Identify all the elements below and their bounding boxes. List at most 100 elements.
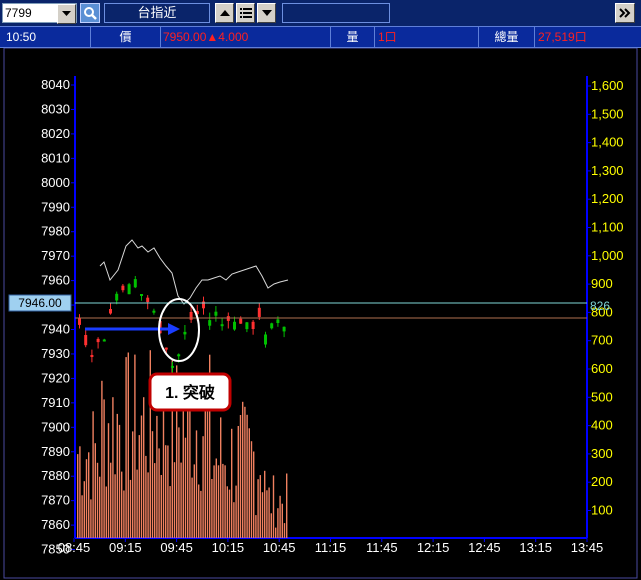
volume-bar xyxy=(279,495,281,538)
volume-bar xyxy=(250,441,253,538)
current-volume-tag: 826 xyxy=(590,299,610,313)
candle-body xyxy=(264,334,267,345)
time-tick-label: 12:45 xyxy=(468,540,501,555)
volume-bar xyxy=(272,475,275,538)
volume-tick-label: 1,100 xyxy=(591,220,624,235)
total-volume-label: 總量 xyxy=(478,27,534,47)
price-tick-label: 7960 xyxy=(41,273,70,288)
price-tick-label: 8010 xyxy=(41,150,70,165)
volume-bar xyxy=(244,406,246,538)
volume-bar xyxy=(136,469,138,538)
price-tick-label: 7930 xyxy=(41,346,70,361)
search-icon xyxy=(84,7,97,20)
time-tick-label: 09:45 xyxy=(160,540,193,555)
previous-symbol-button[interactable] xyxy=(215,3,234,23)
volume-label: 量 xyxy=(330,27,374,47)
volume-bar xyxy=(143,397,145,538)
volume-bar xyxy=(266,490,268,538)
candle-body xyxy=(276,319,280,323)
volume-bar xyxy=(261,492,264,538)
candle-body xyxy=(96,338,100,343)
price-tick-label: 7860 xyxy=(41,517,70,532)
time-tick-label: 12:15 xyxy=(417,540,450,555)
volume-bar xyxy=(270,513,272,538)
candle-body xyxy=(84,335,88,346)
volume-bar xyxy=(228,489,231,538)
volume-bar xyxy=(242,401,244,538)
volume-bar xyxy=(200,490,202,538)
more-button[interactable] xyxy=(615,3,635,23)
time-tick-label: 11:15 xyxy=(315,540,347,555)
volume-value: 1口 xyxy=(374,27,478,47)
candle-body xyxy=(282,326,286,332)
volume-bar xyxy=(105,486,107,538)
candle-body xyxy=(214,311,218,316)
stock-code-combobox[interactable] xyxy=(2,3,77,24)
volume-bar xyxy=(92,411,94,538)
search-button[interactable] xyxy=(80,3,100,23)
candle-body xyxy=(220,324,224,327)
list-icon xyxy=(239,8,252,18)
volume-bar xyxy=(83,481,85,538)
volume-tick-label: 500 xyxy=(591,389,613,404)
candle-body xyxy=(270,323,274,329)
stock-code-input[interactable] xyxy=(5,5,59,21)
price-tick-label: 7880 xyxy=(41,468,70,483)
volume-bar xyxy=(215,458,217,538)
price-tick-label: 7940 xyxy=(41,322,70,337)
price-tick-label: 7900 xyxy=(41,419,70,434)
volume-bar xyxy=(85,459,88,538)
code-dropdown-button[interactable] xyxy=(57,4,76,24)
symbol-name-field[interactable]: 台指近 xyxy=(104,3,210,23)
volume-bar xyxy=(211,479,213,538)
volume-tick-label: 300 xyxy=(591,446,613,461)
price-tick-label: 7990 xyxy=(41,199,70,214)
time-tick-label: 09:15 xyxy=(109,540,142,555)
change-value: 4.000 xyxy=(218,30,249,44)
symbol-list-button[interactable] xyxy=(236,3,255,23)
volume-bar xyxy=(191,477,193,538)
volume-bar xyxy=(123,490,125,538)
chart-frame xyxy=(3,48,638,579)
price-tick-label: 8040 xyxy=(41,77,70,92)
volume-bar xyxy=(79,446,81,538)
volume-bar xyxy=(151,431,154,538)
intraday-chart[interactable]: 8040803080208010800079907980797079607950… xyxy=(0,48,641,580)
volume-bar xyxy=(173,462,176,538)
volume-tick-label: 1,200 xyxy=(591,191,624,206)
volume-bar xyxy=(81,495,83,538)
price-tick-label: 7890 xyxy=(41,444,70,459)
volume-tick-label: 700 xyxy=(591,333,613,348)
volume-bar xyxy=(134,354,136,538)
volume-bar xyxy=(255,515,257,538)
price-tick-label: 7910 xyxy=(41,395,70,410)
price-label: 價 xyxy=(90,27,160,47)
volume-bar xyxy=(233,502,235,538)
candle-body xyxy=(109,309,112,314)
candle-body xyxy=(152,310,156,313)
volume-bar xyxy=(154,463,156,538)
volume-bar xyxy=(99,476,101,538)
volume-bar xyxy=(96,462,99,538)
extra-input-field[interactable] xyxy=(282,3,390,23)
volume-bar xyxy=(226,486,228,538)
volume-bar xyxy=(264,470,266,538)
candle-body xyxy=(127,284,131,295)
volume-bar xyxy=(121,471,123,538)
volume-bar xyxy=(94,443,96,538)
volume-bar xyxy=(169,486,171,538)
volume-bar xyxy=(237,426,239,538)
volume-bar xyxy=(167,445,169,538)
time-tick-label: 11:45 xyxy=(366,540,398,555)
candle-body xyxy=(171,365,174,368)
time-axis-ticks: 08:45 09:15 09:45 10:15 10:45 11:15 11:45 12:15… xyxy=(58,538,603,555)
triangle-up-icon: ▲ xyxy=(206,30,219,44)
volume-bar xyxy=(107,423,110,538)
volume-tick-label: 900 xyxy=(591,276,613,291)
volume-bar xyxy=(206,401,209,538)
candle-body xyxy=(177,354,181,357)
volume-bar xyxy=(178,427,180,538)
next-symbol-button[interactable] xyxy=(257,3,276,23)
price-axis-ticks: 8040803080208010800079907980797079607950… xyxy=(41,77,75,557)
candle-body xyxy=(140,294,143,296)
